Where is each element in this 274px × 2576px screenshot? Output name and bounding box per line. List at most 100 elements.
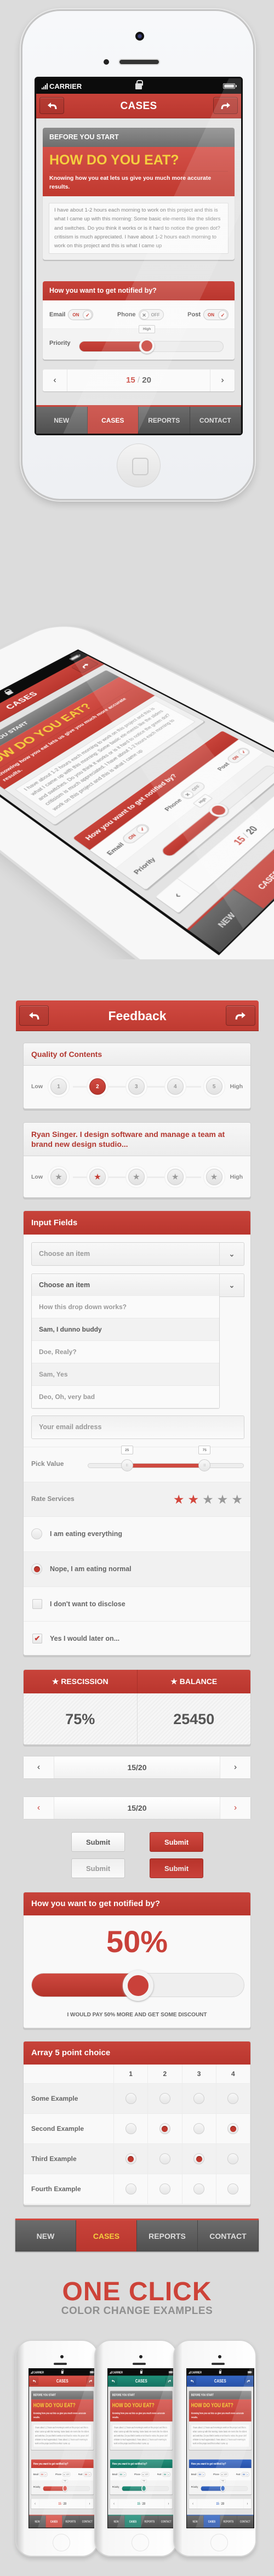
post-toggle[interactable]: ON ✓	[83, 2472, 92, 2477]
priority-slider[interactable]: High	[79, 341, 224, 352]
next-page-button[interactable]: ›	[243, 2499, 252, 2509]
email-toggle[interactable]: ON ✓	[197, 2472, 206, 2477]
next-page-button[interactable]: ›	[85, 2499, 94, 2509]
rating-point[interactable]: 1	[48, 1076, 70, 1097]
prev-page-button[interactable]: ‹	[31, 2499, 39, 2509]
tab-reports[interactable]: REPORTS	[62, 2516, 79, 2528]
post-toggle[interactable]: ON ✓	[162, 2472, 170, 2477]
tab-new[interactable]: NEW	[29, 2516, 45, 2528]
home-button[interactable]	[210, 2534, 228, 2551]
star-point[interactable]: ★	[48, 1166, 70, 1188]
radio-button[interactable]	[193, 2153, 204, 2164]
radio-row[interactable]: Nope, I am eating normal	[24, 1551, 250, 1586]
tab-new[interactable]: NEW	[15, 2220, 76, 2251]
checkbox-row[interactable]: I don't want to disclose	[24, 1586, 250, 1621]
priority-slider[interactable]: High	[43, 2486, 90, 2491]
star-rating[interactable]: ★ ★ ★ ★ ★	[173, 1492, 243, 1507]
email-toggle[interactable]: ON ✓	[68, 309, 93, 320]
radio-row[interactable]: I am eating everything	[24, 1516, 250, 1551]
tab-new[interactable]: NEW	[108, 2516, 124, 2528]
priority-thumb[interactable]	[139, 338, 155, 354]
dropdown-option[interactable]: Sam, Yes	[32, 1363, 219, 1386]
dropdown-option[interactable]: Sam, I dunno buddy	[32, 1318, 219, 1341]
next-page-button[interactable]: ›	[220, 1756, 250, 1778]
priority-thumb[interactable]	[141, 2485, 146, 2492]
radio-button[interactable]	[31, 1528, 42, 1539]
phone-toggle[interactable]: ✕ OFF	[62, 2472, 71, 2477]
star-filled-icon[interactable]: ★	[188, 1492, 199, 1507]
checkbox-row[interactable]: ✔ Yes I would later on...	[24, 1621, 250, 1656]
dropdown-option[interactable]: Doe, Realy?	[32, 1341, 219, 1363]
submit-button-pressed[interactable]: Submit	[150, 1858, 203, 1878]
radio-button[interactable]	[125, 2123, 136, 2134]
star-point[interactable]: ★	[203, 1166, 225, 1188]
tab-cases[interactable]: CASES	[124, 2516, 141, 2528]
tab-contact[interactable]: CONTACT	[198, 2220, 259, 2251]
radio-button[interactable]	[125, 2153, 136, 2164]
priority-thumb[interactable]	[220, 2485, 225, 2492]
next-page-button[interactable]: ›	[164, 2499, 173, 2509]
percent-thumb[interactable]	[123, 1970, 153, 2001]
tab-cases[interactable]: CASES	[88, 407, 139, 434]
forward-button[interactable]	[165, 2377, 174, 2385]
radio-button[interactable]	[193, 2123, 204, 2134]
tab-new[interactable]: NEW	[187, 2516, 203, 2528]
radio-button[interactable]	[227, 2183, 238, 2194]
star-empty-icon[interactable]: ★	[217, 1492, 229, 1507]
phone-toggle[interactable]: ✕ OFF	[141, 2472, 150, 2477]
radio-button-selected[interactable]	[31, 1563, 42, 1574]
next-page-button[interactable]: ›	[220, 1797, 250, 1819]
star-point[interactable]: ★	[164, 1166, 186, 1188]
select-1[interactable]: Choose an item ⌄	[31, 1242, 244, 1266]
radio-button[interactable]	[159, 2153, 170, 2164]
tab-reports[interactable]: REPORTS	[141, 2516, 158, 2528]
post-toggle[interactable]: ON ✓	[225, 746, 252, 764]
home-button[interactable]	[53, 2534, 70, 2551]
post-toggle[interactable]: ON ✓	[203, 309, 229, 320]
range-slider[interactable]: 25 75 ||| |||	[88, 1463, 244, 1468]
forward-button[interactable]	[244, 2377, 253, 2385]
prev-page-button[interactable]: ‹	[24, 1756, 54, 1778]
dropdown-option[interactable]: Deo, Oh, very bad	[32, 1386, 219, 1408]
phone-toggle[interactable]: ✕ OFF	[139, 309, 164, 320]
email-toggle[interactable]: ON ✓	[39, 2472, 48, 2477]
submit-button-default[interactable]: Submit	[71, 1832, 125, 1852]
rating-point[interactable]: 2	[87, 1076, 109, 1097]
radio-button[interactable]	[227, 2123, 238, 2134]
radio-button[interactable]	[227, 2093, 238, 2104]
radio-button[interactable]	[193, 2183, 204, 2194]
intro-textarea[interactable]: I have about 1-2 hours each morning to w…	[112, 2424, 170, 2447]
post-toggle[interactable]: ON ✓	[241, 2472, 249, 2477]
intro-textarea[interactable]: I have about 1-2 hours each morning to w…	[49, 203, 229, 254]
star-point[interactable]: ★	[125, 1166, 147, 1188]
checkbox[interactable]	[32, 1599, 42, 1609]
back-button[interactable]	[19, 1005, 49, 1026]
prev-page-button[interactable]: ‹	[24, 1797, 54, 1819]
tab-contact[interactable]: CONTACT	[158, 2516, 174, 2528]
home-button[interactable]	[117, 443, 161, 487]
star-point[interactable]: ★	[87, 1166, 109, 1188]
star-empty-icon[interactable]: ★	[231, 1492, 243, 1507]
star-empty-icon[interactable]: ★	[202, 1492, 214, 1507]
phone-toggle[interactable]: ✕ OFF	[220, 2472, 229, 2477]
priority-thumb[interactable]	[62, 2485, 67, 2492]
forward-button[interactable]	[87, 2377, 95, 2385]
radio-button[interactable]	[159, 2093, 170, 2104]
percent-slider[interactable]	[31, 1973, 244, 1997]
back-button[interactable]	[109, 2377, 117, 2385]
checkbox-checked[interactable]: ✔	[32, 1634, 42, 1644]
radio-button[interactable]	[125, 2093, 136, 2104]
radio-button[interactable]	[227, 2153, 238, 2164]
tab-cases[interactable]: CASES	[45, 2516, 62, 2528]
email-input[interactable]: Your email address	[31, 1415, 244, 1439]
tab-contact[interactable]: CONTACT	[190, 407, 242, 434]
range-low-thumb[interactable]: |||	[121, 1459, 133, 1471]
priority-slider[interactable]: High	[201, 2486, 248, 2491]
radio-button[interactable]	[193, 2093, 204, 2104]
forward-button[interactable]	[226, 1005, 255, 1026]
next-page-button[interactable]: ›	[210, 369, 235, 391]
tab-reports[interactable]: REPORTS	[220, 2516, 237, 2528]
radio-button[interactable]	[125, 2183, 136, 2194]
prev-page-button[interactable]: ‹	[189, 2499, 197, 2509]
radio-button[interactable]	[159, 2183, 170, 2194]
